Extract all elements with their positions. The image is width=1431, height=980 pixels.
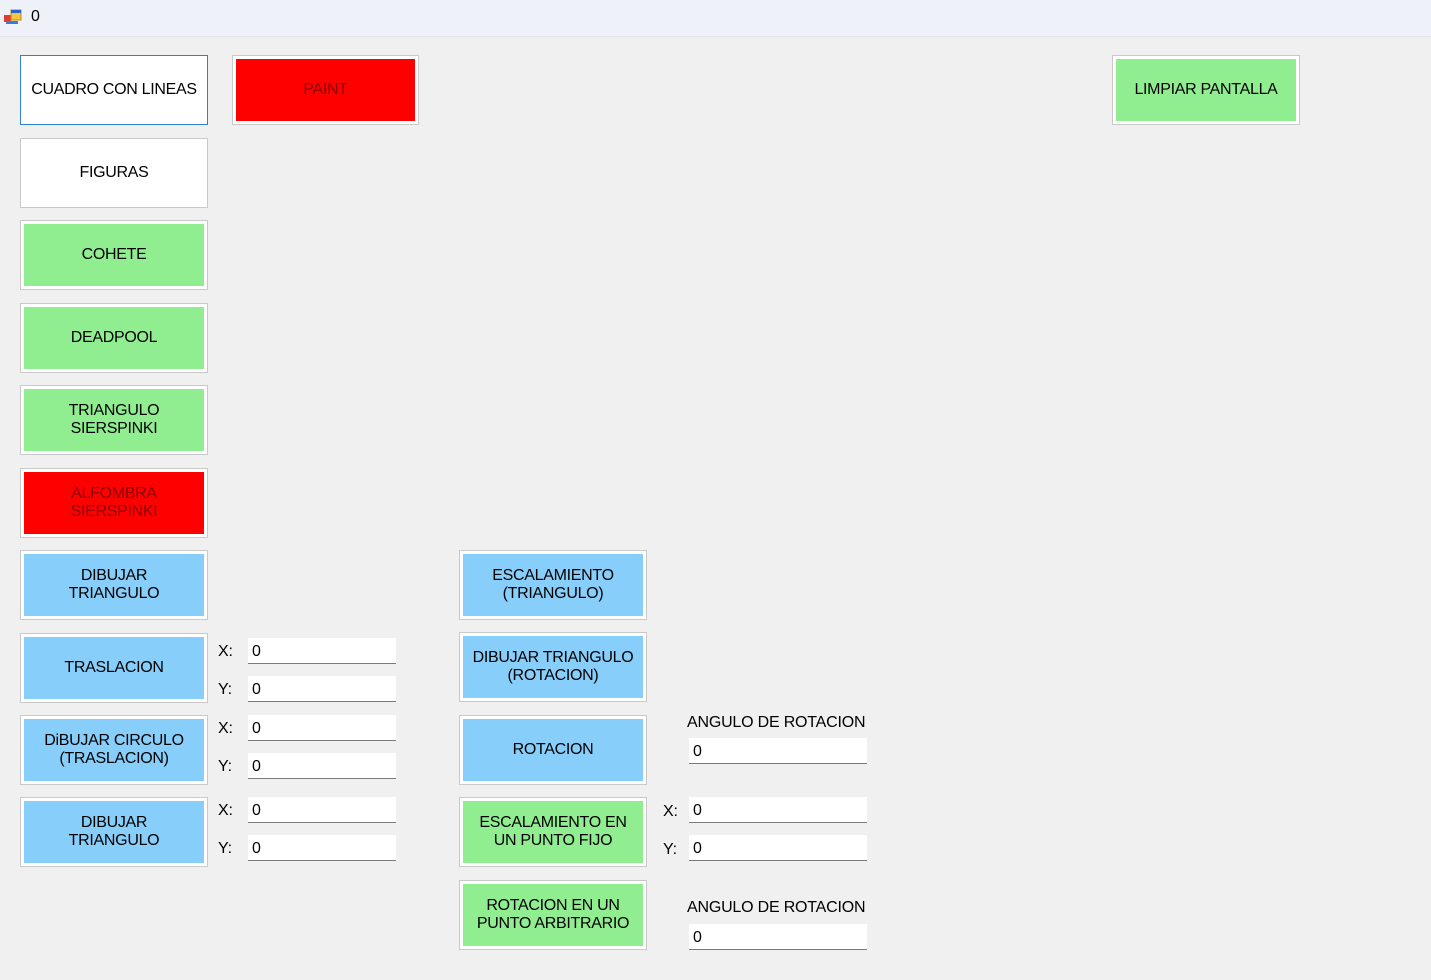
cohete-button[interactable]: COHETE <box>20 220 208 290</box>
escalamiento-triangulo-button[interactable]: ESCALAMIENTO (TRIANGULO) <box>459 550 647 620</box>
traslacion-y-input[interactable] <box>248 676 396 702</box>
triangulo-sierspinki-button[interactable]: TRIANGULO SIERSPINKI <box>20 385 208 455</box>
cuadro-con-lineas-button[interactable]: CUADRO CON LINEAS <box>20 55 208 125</box>
dibujar-triangulo-button[interactable]: DIBUJAR TRIANGULO <box>20 550 208 620</box>
traslacion-button[interactable]: TRASLACION <box>20 633 208 703</box>
punto-fijo-y-input[interactable] <box>689 835 867 861</box>
windows-form-icon <box>4 9 22 24</box>
circulo-y-input[interactable] <box>248 753 396 779</box>
arbitrario-angulo-input[interactable] <box>689 924 867 950</box>
dibujar-triangulo-escala-button[interactable]: DIBUJAR TRIANGULO <box>20 797 208 867</box>
limpiar-pantalla-button[interactable]: LIMPIAR PANTALLA <box>1112 55 1300 125</box>
escalamiento-punto-fijo-button[interactable]: ESCALAMIENTO EN UN PUNTO FIJO <box>459 797 647 867</box>
traslacion-y-label: Y: <box>218 681 232 698</box>
triangulo-y-input[interactable] <box>248 835 396 861</box>
title-bar: 0 <box>0 0 1431 37</box>
deadpool-button[interactable]: DEADPOOL <box>20 303 208 373</box>
circulo-x-label: X: <box>218 720 233 737</box>
rotacion-angulo-input[interactable] <box>689 738 867 764</box>
window-title: 0 <box>31 8 40 25</box>
traslacion-x-input[interactable] <box>248 638 396 664</box>
punto-fijo-y-label: Y: <box>663 841 677 858</box>
alfombra-sierspinki-button[interactable]: ALFOMBRA SIERSPINKI <box>20 468 208 538</box>
circulo-x-input[interactable] <box>248 715 396 741</box>
traslacion-x-label: X: <box>218 643 233 660</box>
dibujar-triangulo-rotacion-button[interactable]: DIBUJAR TRIANGULO (ROTACION) <box>459 632 647 702</box>
paint-button[interactable]: PAINT <box>232 55 419 125</box>
circulo-y-label: Y: <box>218 758 232 775</box>
triangulo-x-label: X: <box>218 802 233 819</box>
figuras-button[interactable]: FIGURAS <box>20 138 208 208</box>
angulo-rotacion-label: ANGULO DE ROTACION <box>687 714 866 731</box>
triangulo-x-input[interactable] <box>248 797 396 823</box>
triangulo-y-label: Y: <box>218 840 232 857</box>
angulo-arbitrario-label: ANGULO DE ROTACION <box>687 899 866 916</box>
punto-fijo-x-label: X: <box>663 803 678 820</box>
rotacion-button[interactable]: ROTACION <box>459 715 647 785</box>
punto-fijo-x-input[interactable] <box>689 797 867 823</box>
rotacion-punto-arbitrario-button[interactable]: ROTACION EN UN PUNTO ARBITRARIO <box>459 880 647 950</box>
dibujar-circulo-traslacion-button[interactable]: DiBUJAR CIRCULO (TRASLACION) <box>20 715 208 785</box>
